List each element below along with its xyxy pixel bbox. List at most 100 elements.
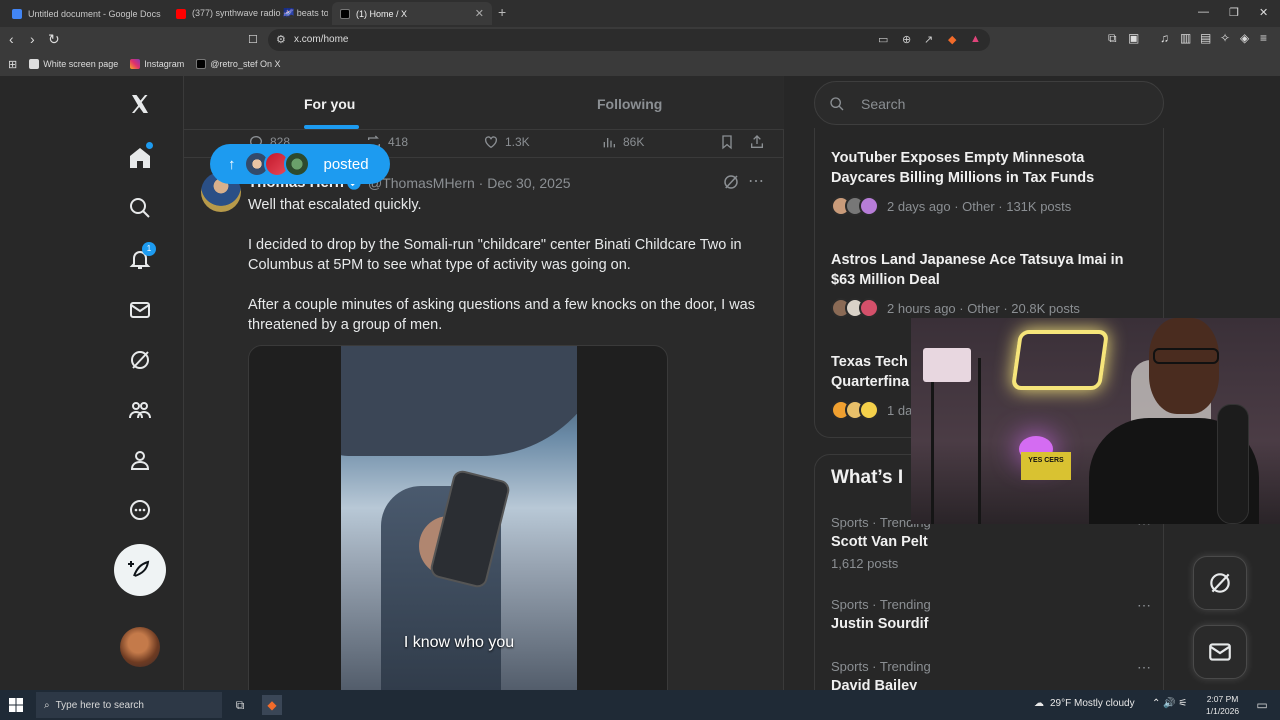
- yellow-sign: YES CERS: [1021, 452, 1071, 480]
- more-menu-icon[interactable]: ⋯: [748, 171, 764, 191]
- author-handle-date[interactable]: @ThomasMHern · Dec 30, 2025: [368, 175, 571, 191]
- grok-icon[interactable]: [120, 340, 160, 380]
- grok-explain-icon[interactable]: [722, 173, 740, 191]
- brave-browser-icon[interactable]: ◆: [262, 695, 282, 715]
- pill-avatar-3: [283, 151, 310, 177]
- news-avatars: [831, 400, 879, 420]
- windows-taskbar: ⌕ Type here to search ⧉ ◆ ☁ 29°F Mostly …: [0, 690, 1280, 720]
- news-avatars: [831, 196, 879, 216]
- video-caption: I know who you: [403, 634, 515, 651]
- windows-start-icon[interactable]: [9, 698, 23, 712]
- glasses: [1153, 348, 1219, 364]
- search-input[interactable]: Search: [814, 81, 1164, 125]
- search-icon: [830, 97, 844, 111]
- pill-avatars: [243, 151, 310, 177]
- messages-mail-icon[interactable]: [120, 290, 160, 330]
- tweet[interactable]: Thomas Hern @ThomasMHern · Dec 30, 2025 …: [184, 159, 784, 690]
- mail-icon: [1209, 643, 1231, 661]
- shelf: [931, 358, 981, 524]
- browser-chrome: Untitled document - Google Docs (377) sy…: [0, 0, 1280, 76]
- screenshot-icon[interactable]: ▣: [1128, 31, 1139, 45]
- compose-post-button[interactable]: [114, 544, 166, 596]
- news-item[interactable]: Astros Land Japanese Ace Tatsuya Imai in…: [831, 250, 1151, 318]
- clock[interactable]: 2:07 PM 1/1/2026: [1206, 693, 1239, 717]
- bookmark-retro-stef[interactable]: @retro_stef On X: [196, 59, 280, 69]
- leo-icon[interactable]: ✧: [1220, 31, 1230, 45]
- wallet-icon[interactable]: ▤: [1200, 31, 1211, 45]
- bookmark-post-button[interactable]: [719, 134, 735, 150]
- share-icon: [751, 135, 763, 148]
- sidebar-icon[interactable]: ▥: [1180, 31, 1191, 45]
- restore-button[interactable]: ❐: [1229, 6, 1239, 19]
- explore-search-icon[interactable]: [120, 188, 160, 228]
- bookmark-white-screen[interactable]: White screen page: [29, 59, 118, 69]
- share-post-button[interactable]: [749, 134, 765, 150]
- new-posts-pill[interactable]: ↑ posted: [210, 144, 390, 184]
- trend-item[interactable]: Sports · Trending David Bailey ⋯: [831, 659, 1151, 690]
- views-chart-icon: [603, 138, 615, 148]
- home-dot-badge: [146, 142, 153, 149]
- browser-tab-docs[interactable]: Untitled document - Google Docs: [4, 2, 166, 25]
- arrow-up-icon: ↑: [228, 155, 236, 173]
- profile-icon[interactable]: [120, 440, 160, 480]
- browser-tab-youtube[interactable]: (377) synthwave radio 🌌 beats to: [168, 2, 328, 25]
- task-view-icon[interactable]: ⧉: [230, 695, 250, 715]
- tab-for-you[interactable]: For you: [304, 96, 355, 112]
- x-logo-icon: [340, 8, 350, 19]
- taskbar-search-input[interactable]: ⌕ Type here to search: [36, 692, 222, 718]
- docs-icon: [12, 8, 22, 19]
- tab-following[interactable]: Following: [597, 96, 662, 112]
- news-avatars: [831, 298, 879, 318]
- new-tab-button[interactable]: +: [498, 4, 506, 20]
- cast-icon[interactable]: ▭: [878, 33, 888, 46]
- more-options-icon[interactable]: [120, 490, 160, 530]
- bookmark-instagram[interactable]: Instagram: [130, 59, 184, 69]
- timeline-tabs: For you Following: [184, 76, 784, 130]
- home-icon[interactable]: [120, 138, 160, 178]
- zoom-icon[interactable]: ⊕: [902, 33, 911, 46]
- x-home-logo-icon[interactable]: [120, 84, 160, 124]
- search-icon: ⌕: [44, 699, 50, 711]
- menu-icon[interactable]: ≡: [1260, 31, 1267, 45]
- vpn-icon[interactable]: ◈: [1240, 31, 1249, 45]
- communities-icon[interactable]: [120, 390, 160, 430]
- messages-floating-button[interactable]: [1193, 625, 1247, 679]
- close-window-button[interactable]: ✕: [1259, 6, 1268, 19]
- trend-item[interactable]: Sports · Trending Justin Sourdif ⋯: [831, 597, 1151, 632]
- video-frame[interactable]: I know who you: [341, 346, 577, 690]
- notification-center-icon[interactable]: ▭: [1252, 695, 1272, 715]
- trend-more-icon[interactable]: ⋯: [1137, 597, 1151, 614]
- grok-icon: [1210, 573, 1230, 593]
- share-icon[interactable]: ↗: [924, 33, 933, 46]
- weather-widget[interactable]: ☁ 29°F Mostly cloudy: [1034, 698, 1135, 709]
- music-icon[interactable]: ♫: [1160, 31, 1169, 45]
- address-bar[interactable]: ⚙ x.com/home ▭ ⊕ ↗ ◆ ▲: [268, 29, 990, 51]
- bookmark-icon: [722, 135, 732, 150]
- x-logo-icon: [196, 59, 207, 69]
- back-button[interactable]: ‹: [9, 31, 14, 47]
- bookmarks-bar: ⊞ White screen page Instagram @retro_ste…: [0, 53, 1280, 75]
- brave-shield-icon[interactable]: ◆: [948, 33, 956, 46]
- grok-floating-button[interactable]: [1193, 556, 1247, 610]
- trend-more-icon[interactable]: ⋯: [1137, 659, 1151, 676]
- views-button[interactable]: 86K: [601, 134, 644, 150]
- like-button[interactable]: 1.3K: [483, 134, 530, 150]
- account-avatar[interactable]: [120, 627, 160, 667]
- trends-heading: What’s I: [831, 467, 904, 488]
- streamer-figure: [1089, 318, 1259, 524]
- news-item[interactable]: YouTuber Exposes Empty Minnesota Daycare…: [831, 148, 1151, 216]
- apps-grid-icon[interactable]: ⊞: [8, 58, 17, 71]
- brave-rewards-icon[interactable]: ▲: [970, 33, 981, 45]
- navigation-bar: ‹ › ↻ ☐ ⚙ x.com/home ▭ ⊕ ↗ ◆ ▲ ⧉ ▣ ♫ ▥ ▤…: [0, 27, 1280, 53]
- browser-tab-x[interactable]: (1) Home / X ✕: [332, 2, 492, 25]
- feather-icon: [128, 560, 150, 577]
- bookmark-icon[interactable]: ☐: [248, 33, 258, 46]
- forward-button[interactable]: ›: [30, 31, 35, 47]
- tweet-video[interactable]: I know who you: [248, 345, 668, 690]
- site-info-icon[interactable]: ⚙: [276, 33, 286, 46]
- close-tab-icon[interactable]: ✕: [475, 7, 484, 20]
- reload-button[interactable]: ↻: [48, 31, 60, 48]
- extensions-icon[interactable]: ⧉: [1108, 31, 1117, 46]
- system-tray[interactable]: ⌃ 🔊 ⚟: [1152, 698, 1187, 709]
- minimize-button[interactable]: —: [1198, 6, 1209, 18]
